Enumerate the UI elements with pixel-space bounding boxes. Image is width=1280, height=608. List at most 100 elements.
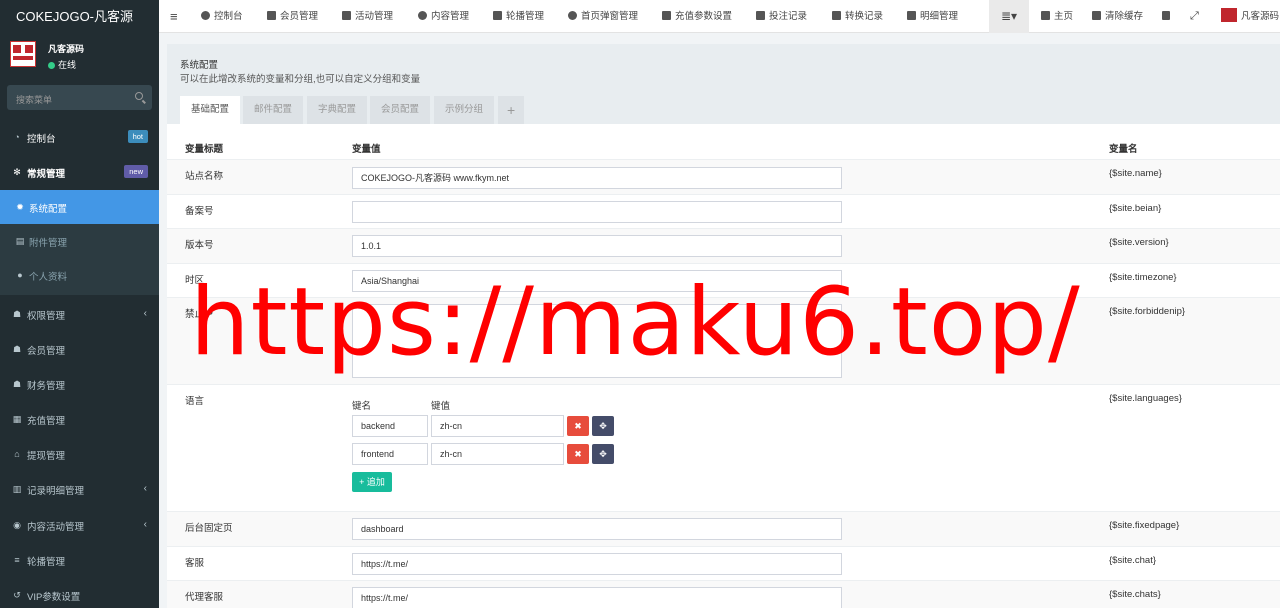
sidebar-item-content-activity[interactable]: ◉ 内容活动管理 ‹ — [0, 508, 159, 542]
tab-members[interactable]: 会员管理 — [267, 0, 318, 33]
sidebar-item-label: 记录明细管理 — [27, 486, 85, 497]
brand-title[interactable]: COKEJOGO-凡客源 — [0, 0, 159, 33]
cogs-icon: ✻ — [13, 167, 21, 177]
tab-dictionary[interactable]: 字典配置 — [307, 96, 368, 124]
chevron-left-icon: ‹ — [143, 308, 147, 319]
remove-button[interactable]: ✖ — [567, 444, 589, 464]
sidebar-item-members[interactable]: ☗ 会员管理 — [0, 332, 159, 366]
chat-input[interactable]: https://t.me/ — [352, 553, 842, 575]
sidebar-item-recharge[interactable]: ▦ 充值管理 — [0, 402, 159, 436]
sidebar-item-general[interactable]: ✻ 常规管理 new — [0, 155, 159, 189]
avatar — [10, 41, 36, 67]
table-row: 版本号 1.0.1 {$site.version} — [167, 228, 1280, 263]
sidebar-item-vip[interactable]: ↺ VIP参数设置 — [0, 578, 159, 608]
drag-handle[interactable]: ✥ — [592, 444, 614, 464]
sidebar-item-records[interactable]: ▥ 记录明细管理 ‹ — [0, 472, 159, 506]
th-large-icon: ▦ — [12, 414, 22, 424]
remove-button[interactable]: ✖ — [567, 416, 589, 436]
bell-icon — [568, 11, 577, 20]
sidebar-item-label: 系统配置 — [29, 204, 68, 215]
sidebar-item-label: 个人资料 — [29, 272, 68, 283]
chrome-icon: ◉ — [13, 520, 21, 530]
top-navbar: ≡ 控制台 会员管理 活动管理 内容管理 轮播管理 首页弹窗管理 充值参数设置 … — [159, 0, 1280, 33]
clear-cache-button[interactable]: 清除缓存 — [1092, 0, 1143, 33]
row-title: 代理客服 — [185, 592, 224, 603]
fullscreen-icon[interactable]: ⤢ — [1190, 0, 1199, 33]
tab-recharge-params[interactable]: 充值参数设置 — [662, 0, 732, 33]
calendar-icon — [342, 11, 351, 20]
lang-key-input[interactable]: frontend — [352, 443, 428, 465]
watermark-text: https://maku6.top/ — [190, 268, 1081, 377]
row-var-name: {$site.chat} — [1109, 555, 1157, 566]
row-title: 备案号 — [185, 206, 214, 217]
dashboard-icon — [201, 11, 210, 20]
lang-key-input[interactable]: backend — [352, 415, 428, 437]
language-icon[interactable] — [1162, 0, 1174, 33]
chevron-left-icon: ‹ — [143, 483, 147, 494]
drag-handle[interactable]: ✥ — [592, 416, 614, 436]
version-input[interactable]: 1.0.1 — [352, 235, 842, 257]
tab-dashboard[interactable]: 控制台 — [201, 0, 243, 33]
sidebar-item-withdraw[interactable]: ⌂ 提现管理 — [0, 437, 159, 471]
chats-input[interactable]: https://t.me/ — [352, 587, 842, 608]
row-var-name: {$site.chats} — [1109, 589, 1161, 600]
table-row: 后台固定页 dashboard {$site.fixedpage} — [167, 511, 1280, 546]
tab-home-popup[interactable]: 首页弹窗管理 — [568, 0, 638, 33]
tab-example[interactable]: 示例分组 — [434, 96, 495, 124]
tab-convert-records[interactable]: 转换记录 — [832, 0, 883, 33]
user-status-text: 在线 — [58, 60, 77, 70]
header-value: 变量值 — [352, 144, 381, 155]
row-var-name: {$site.forbiddenip} — [1109, 306, 1186, 317]
append-button[interactable]: + 追加 — [352, 472, 392, 492]
tab-activities[interactable]: 活动管理 — [342, 0, 393, 33]
table-row: 备案号 {$site.beian} — [167, 194, 1280, 228]
menu-toggle-icon[interactable]: ≡ — [170, 0, 178, 33]
table-row: 客服 https://t.me/ {$site.chat} — [167, 546, 1280, 580]
tab-basic[interactable]: 基础配置 — [180, 96, 241, 124]
search-placeholder: 搜索菜单 — [16, 95, 53, 105]
panel-heading: 系统配置 可以在此增改系统的变量和分组,也可以自定义分组和变量 基础配置 邮件配… — [167, 44, 1280, 124]
fixedpage-input[interactable]: dashboard — [352, 518, 842, 540]
row-title: 版本号 — [185, 240, 214, 251]
sidebar-item-label: 充值管理 — [27, 416, 66, 427]
hot-badge: hot — [127, 130, 148, 143]
sidebar-item-label: 内容活动管理 — [27, 522, 85, 533]
user-panel: 凡客源码 在线 — [0, 33, 159, 77]
tabs-dropdown-icon[interactable]: ≣▾ — [989, 0, 1029, 33]
tab-member[interactable]: 会员配置 — [370, 96, 431, 124]
sidebar-item-carousel[interactable]: ≡ 轮播管理 — [0, 543, 159, 577]
user-menu[interactable]: 凡客源码 — [1221, 0, 1279, 33]
plus-icon: + — [359, 477, 367, 487]
sidebar-item-system-config[interactable]: ✹ 系统配置 — [0, 190, 159, 224]
row-title: 后台固定页 — [185, 523, 233, 534]
sidebar-item-label: 权限管理 — [27, 311, 66, 322]
calculator-icon — [832, 11, 841, 20]
row-var-name: {$site.languages} — [1109, 393, 1182, 404]
search-input[interactable]: 搜索菜单 — [7, 85, 152, 110]
th-icon — [662, 11, 671, 20]
tab-content[interactable]: 内容管理 — [418, 0, 469, 33]
tab-details[interactable]: 明细管理 — [907, 0, 958, 33]
row-var-name: {$site.timezone} — [1109, 272, 1177, 283]
beian-input[interactable] — [352, 201, 842, 223]
add-tab-button[interactable]: + — [498, 96, 525, 124]
gear-icon: ✹ — [16, 202, 24, 212]
tab-bet-records[interactable]: 投注记录 — [756, 0, 807, 33]
tab-carousel[interactable]: 轮播管理 — [493, 0, 544, 33]
lang-value-input[interactable]: zh-cn — [431, 443, 564, 465]
sidebar-item-profile[interactable]: ● 个人资料 — [0, 258, 159, 295]
tab-email[interactable]: 邮件配置 — [243, 96, 304, 124]
home-link[interactable]: 主页 — [1041, 0, 1073, 33]
sidebar-item-finance[interactable]: ☗ 财务管理 — [0, 367, 159, 401]
search-icon[interactable] — [135, 92, 143, 100]
user-name: 凡客源码 — [48, 44, 85, 54]
sidebar-item-attachments[interactable]: ▤ 附件管理 — [0, 224, 159, 258]
history-icon: ↺ — [13, 590, 21, 600]
lang-value-input[interactable]: zh-cn — [431, 415, 564, 437]
table-row: 代理客服 https://t.me/ {$site.chats} — [167, 580, 1280, 608]
site-name-input[interactable]: COKEJOGO-凡客源码 www.fkym.net — [352, 167, 842, 189]
sidebar-item-dashboard[interactable]: ◔ 控制台 hot — [0, 120, 159, 154]
sidebar-item-permissions[interactable]: ☗ 权限管理 ‹ — [0, 297, 159, 331]
home-icon — [1041, 11, 1050, 20]
user-status: 在线 — [48, 58, 76, 71]
